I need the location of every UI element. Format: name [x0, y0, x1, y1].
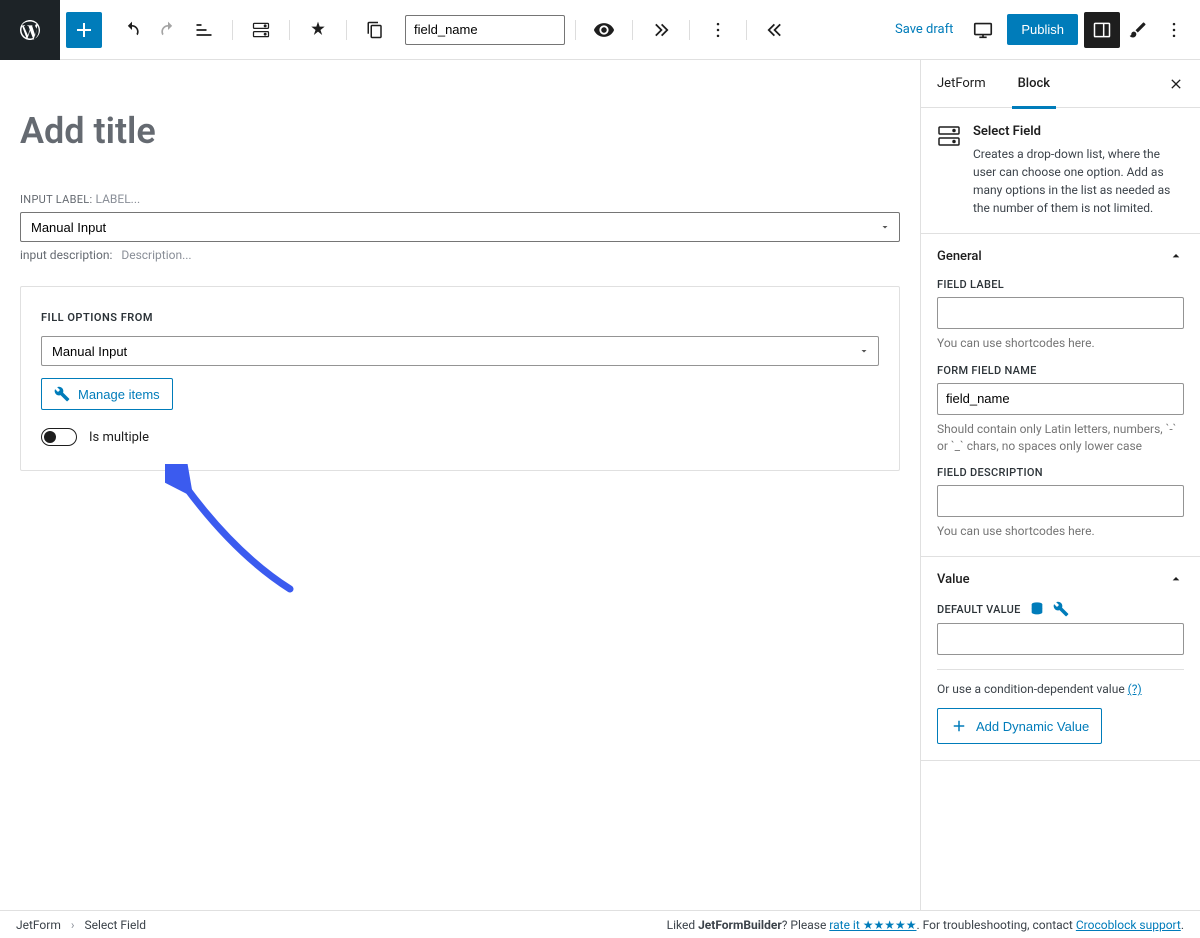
- is-multiple-label: Is multiple: [89, 430, 149, 445]
- add-dynamic-value-button[interactable]: Add Dynamic Value: [937, 708, 1102, 744]
- fill-options-panel: FILL OPTIONS FROM Manual Input Manage it…: [20, 286, 900, 471]
- input-label-prefix: INPUT LABEL:: [20, 193, 92, 206]
- fill-options-select[interactable]: Manual Input: [41, 336, 879, 366]
- main-select-field[interactable]: Manual Input: [20, 212, 900, 242]
- condition-help-link[interactable]: (?): [1128, 682, 1142, 696]
- field-description-help: You can use shortcodes here.: [937, 523, 1184, 540]
- required-button[interactable]: [300, 12, 336, 48]
- expand-button[interactable]: [643, 12, 679, 48]
- field-description-input[interactable]: [937, 485, 1184, 517]
- block-options-button[interactable]: [700, 12, 736, 48]
- support-link[interactable]: Crocoblock support: [1076, 918, 1181, 932]
- form-field-name-help: Should contain only Latin letters, numbe…: [937, 421, 1184, 455]
- field-label-label: FIELD LABEL: [937, 278, 1184, 291]
- input-description-prefix: input description:: [20, 248, 112, 262]
- tab-jetform[interactable]: JetForm: [921, 60, 1002, 108]
- condition-text: Or use a condition-dependent value: [937, 682, 1128, 696]
- field-description-label: FIELD DESCRIPTION: [937, 466, 1184, 479]
- collapse-button[interactable]: [757, 12, 793, 48]
- visibility-button[interactable]: [586, 12, 622, 48]
- editor-footer: JetForm › Select Field Liked JetFormBuil…: [0, 910, 1200, 938]
- close-icon: [1168, 76, 1184, 92]
- default-value-input[interactable]: [937, 623, 1184, 655]
- add-block-button[interactable]: [66, 12, 102, 48]
- plus-icon: [950, 717, 968, 735]
- panel-value-toggle[interactable]: Value: [921, 557, 1200, 601]
- form-field-name-label: FORM FIELD NAME: [937, 364, 1184, 377]
- select-field-icon: [937, 124, 961, 148]
- footer-message: Liked JetFormBuilder? Please rate it ★★★…: [667, 918, 1184, 932]
- wrench-icon[interactable]: [1053, 601, 1069, 617]
- preview-button[interactable]: [965, 12, 1001, 48]
- manage-items-button[interactable]: Manage items: [41, 378, 173, 410]
- block-title: Select Field: [973, 124, 1184, 139]
- list-view-button[interactable]: [186, 12, 222, 48]
- tab-block[interactable]: Block: [1002, 60, 1066, 108]
- chevron-right-icon: ›: [71, 918, 75, 932]
- database-icon[interactable]: [1029, 601, 1045, 617]
- wrench-icon: [54, 386, 70, 402]
- redo-button[interactable]: [150, 12, 186, 48]
- settings-sidebar: JetForm Block Select Field Creates a dro…: [920, 60, 1200, 910]
- page-title-input[interactable]: Add title: [20, 110, 900, 152]
- toolbar-field-name-input[interactable]: [405, 15, 565, 45]
- breadcrumb: JetForm › Select Field: [16, 918, 146, 932]
- close-sidebar-button[interactable]: [1160, 68, 1192, 100]
- top-toolbar: Save draft Publish: [0, 0, 1200, 60]
- field-label-input[interactable]: [937, 297, 1184, 329]
- chevron-up-icon: [1168, 248, 1184, 264]
- undo-button[interactable]: [114, 12, 150, 48]
- block-description: Creates a drop-down list, where the user…: [973, 145, 1184, 217]
- form-field-name-input[interactable]: [937, 383, 1184, 415]
- publish-button[interactable]: Publish: [1007, 14, 1078, 45]
- annotation-arrow: [165, 464, 305, 604]
- save-draft-button[interactable]: Save draft: [883, 22, 965, 37]
- block-type-button[interactable]: [243, 12, 279, 48]
- input-label-placeholder[interactable]: LABEL...: [96, 192, 141, 206]
- default-value-label: DEFAULT VALUE: [937, 603, 1021, 616]
- breadcrumb-root[interactable]: JetForm: [16, 918, 61, 932]
- fill-options-title: FILL OPTIONS FROM: [41, 311, 879, 324]
- editor-canvas: Add title INPUT LABEL: LABEL... Manual I…: [0, 60, 920, 910]
- settings-panel-toggle[interactable]: [1084, 12, 1120, 48]
- styles-button[interactable]: [1120, 12, 1156, 48]
- is-multiple-toggle[interactable]: [41, 428, 77, 446]
- input-description-placeholder[interactable]: Description...: [121, 248, 191, 262]
- chevron-up-icon: [1168, 571, 1184, 587]
- field-label-help: You can use shortcodes here.: [937, 335, 1184, 352]
- copy-button[interactable]: [357, 12, 393, 48]
- more-options-button[interactable]: [1156, 12, 1192, 48]
- panel-general-toggle[interactable]: General: [921, 234, 1200, 278]
- breadcrumb-current[interactable]: Select Field: [84, 918, 146, 932]
- wordpress-logo[interactable]: [0, 0, 60, 60]
- rate-link[interactable]: rate it ★★★★★: [829, 918, 916, 932]
